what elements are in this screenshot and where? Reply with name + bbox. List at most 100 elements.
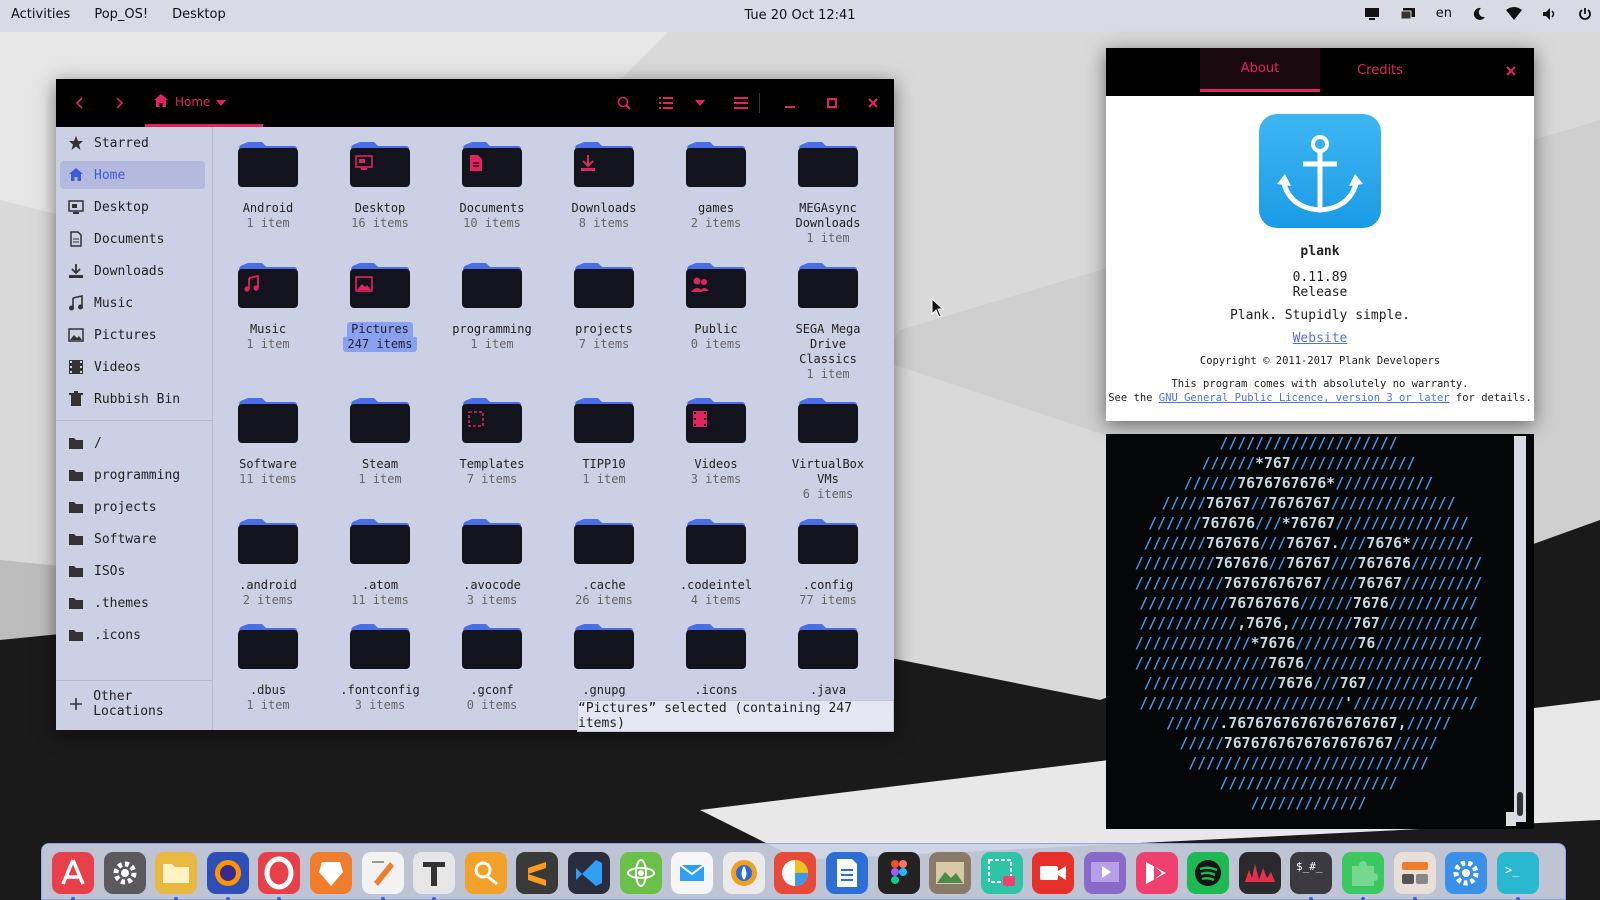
folder-item[interactable]: Music 1 item xyxy=(218,260,318,352)
sidebar-item-isos[interactable]: ISOs xyxy=(60,557,205,585)
sidebar-item-rubbish-bin[interactable]: Rubbish Bin xyxy=(60,385,205,413)
brave-icon[interactable] xyxy=(310,852,352,894)
puzzle-extension-icon[interactable] xyxy=(1342,852,1384,900)
firefox-icon[interactable] xyxy=(206,852,249,900)
folder-item[interactable]: TIPP10 1 item xyxy=(554,395,654,487)
folder-item[interactable]: .android 2 items xyxy=(218,516,318,608)
system-gear-icon[interactable] xyxy=(1445,852,1488,894)
website-link[interactable]: Website xyxy=(1293,331,1348,346)
sidebar-item-music[interactable]: Music xyxy=(60,289,205,317)
folder-item[interactable]: Documents 10 items xyxy=(442,139,542,231)
folder-item[interactable]: Pictures 247 items xyxy=(330,260,430,352)
forward-arrow-icon[interactable] xyxy=(107,91,131,115)
sidebar-item-documents[interactable]: Documents xyxy=(60,225,205,253)
tab-about[interactable]: About xyxy=(1200,48,1320,92)
text-editor-icon[interactable] xyxy=(361,852,404,900)
sidebar-item-desktop[interactable]: Desktop xyxy=(60,193,205,221)
sidebar-item-themes[interactable]: .themes xyxy=(60,589,205,617)
sidebar-item-root[interactable]: / xyxy=(60,429,205,457)
close-icon[interactable] xyxy=(1502,62,1520,80)
figma-icon[interactable] xyxy=(877,852,920,894)
folder-item[interactable]: Steam 1 item xyxy=(330,395,430,487)
folder-item[interactable]: .gconf 0 items xyxy=(442,621,542,713)
wifi-icon[interactable] xyxy=(1506,6,1522,21)
folder-item[interactable]: SEGA Mega Drive Classics 1 item xyxy=(778,260,878,382)
sidebar-item-projects[interactable]: projects xyxy=(60,493,205,521)
sidebar-item-icons[interactable]: .icons xyxy=(60,621,205,649)
scrollbar-thumb[interactable] xyxy=(1517,792,1523,816)
screen-icon[interactable] xyxy=(1364,7,1380,21)
folder-item[interactable]: projects 7 items xyxy=(554,260,654,352)
folder-item[interactable]: .atom 11 items xyxy=(330,516,430,608)
tweaks-icon[interactable] xyxy=(1393,852,1436,900)
typora-icon[interactable] xyxy=(413,852,456,900)
maximize-icon[interactable] xyxy=(820,91,844,115)
spotify-icon[interactable] xyxy=(1187,852,1230,894)
menu-icon[interactable] xyxy=(729,91,753,115)
avocode-icon[interactable] xyxy=(464,852,507,894)
folder-item[interactable]: .icons xyxy=(666,621,766,698)
clock[interactable]: Tue 20 Oct 12:41 xyxy=(0,8,1600,23)
sidebar-item-home[interactable]: Home xyxy=(60,161,205,189)
folder-item[interactable]: .java xyxy=(778,621,878,698)
sidebar-item-software[interactable]: Software xyxy=(60,525,205,553)
screen-recorder-icon[interactable] xyxy=(1032,852,1075,894)
folder-item[interactable]: MEGAsync Downloads 1 item xyxy=(778,139,878,246)
license-link[interactable]: GNU General Public Licence, version 3 or… xyxy=(1159,392,1450,404)
screenshot-icon[interactable] xyxy=(980,852,1023,894)
folder-item[interactable]: .codeintel 4 items xyxy=(666,516,766,608)
sidebar-item-programming[interactable]: programming xyxy=(60,461,205,489)
folder-item[interactable]: VirtualBox VMs 6 items xyxy=(778,395,878,502)
kdenlive-icon[interactable] xyxy=(1135,852,1178,894)
folder-item[interactable]: .dbus 1 item xyxy=(218,621,318,713)
settings-gear-icon[interactable] xyxy=(103,852,146,894)
folder-item[interactable]: .avocode 3 items xyxy=(442,516,542,608)
app-center-icon[interactable] xyxy=(52,852,94,900)
sublime-text-icon[interactable] xyxy=(516,852,559,894)
view-options-chevron-icon[interactable] xyxy=(688,91,712,115)
opera-icon[interactable] xyxy=(258,852,301,900)
folder-item[interactable]: Downloads 8 items xyxy=(554,139,654,231)
folder-item[interactable]: .cache 26 items xyxy=(554,516,654,608)
quick-look-icon[interactable] xyxy=(774,852,817,894)
image-viewer-icon[interactable] xyxy=(929,852,972,894)
search-icon[interactable] xyxy=(612,91,636,115)
folder-item[interactable]: programming 1 item xyxy=(442,260,542,352)
sidebar-item-pictures[interactable]: Pictures xyxy=(60,321,205,349)
vscode-icon[interactable] xyxy=(568,852,610,894)
terminal-window[interactable]: //////////////////// //////*767//////////… xyxy=(1106,434,1534,829)
video-player-icon[interactable] xyxy=(1084,852,1126,894)
terminal-scrollbar[interactable] xyxy=(1514,436,1526,822)
display-icon[interactable] xyxy=(1400,7,1416,21)
folder-item[interactable]: Public 0 items xyxy=(666,260,766,352)
sidebar-item-starred[interactable]: Starred xyxy=(60,129,205,157)
folder-item[interactable]: .fontconfig 3 items xyxy=(330,621,430,713)
atom-icon[interactable] xyxy=(619,852,662,894)
folder-item[interactable]: Desktop 16 items xyxy=(330,139,430,231)
location-button-home[interactable]: Home xyxy=(145,79,263,127)
libreoffice-writer-icon[interactable] xyxy=(826,852,868,894)
night-light-icon[interactable] xyxy=(1472,7,1486,21)
sidebar-item-videos[interactable]: Videos xyxy=(60,353,205,381)
audio-waveform-icon[interactable] xyxy=(1238,852,1281,894)
color-picker-icon[interactable] xyxy=(722,852,765,894)
volume-icon[interactable] xyxy=(1542,7,1558,21)
folder-item[interactable]: .gnupg xyxy=(554,621,654,698)
minimize-icon[interactable] xyxy=(778,91,802,115)
folder-item[interactable]: Android 1 item xyxy=(218,139,318,231)
sidebar-item-downloads[interactable]: Downloads xyxy=(60,257,205,285)
folder-item[interactable]: Videos 3 items xyxy=(666,395,766,487)
folder-item[interactable]: Templates 7 items xyxy=(442,395,542,487)
terminal-icon[interactable]: >_ xyxy=(1496,852,1539,900)
tab-credits[interactable]: Credits xyxy=(1320,48,1440,92)
list-view-icon[interactable] xyxy=(654,91,678,115)
folder-item[interactable]: games 2 items xyxy=(666,139,766,231)
power-icon[interactable] xyxy=(1578,7,1592,21)
back-arrow-icon[interactable] xyxy=(68,91,92,115)
files-folder-icon[interactable] xyxy=(155,852,198,900)
close-icon[interactable] xyxy=(861,91,885,115)
keyboard-layout-indicator[interactable]: en xyxy=(1436,6,1452,21)
mailspring-icon[interactable] xyxy=(671,852,714,894)
sidebar-item-other-locations[interactable]: Other Locations xyxy=(60,689,205,719)
folder-item[interactable]: .config 77 items xyxy=(778,516,878,608)
